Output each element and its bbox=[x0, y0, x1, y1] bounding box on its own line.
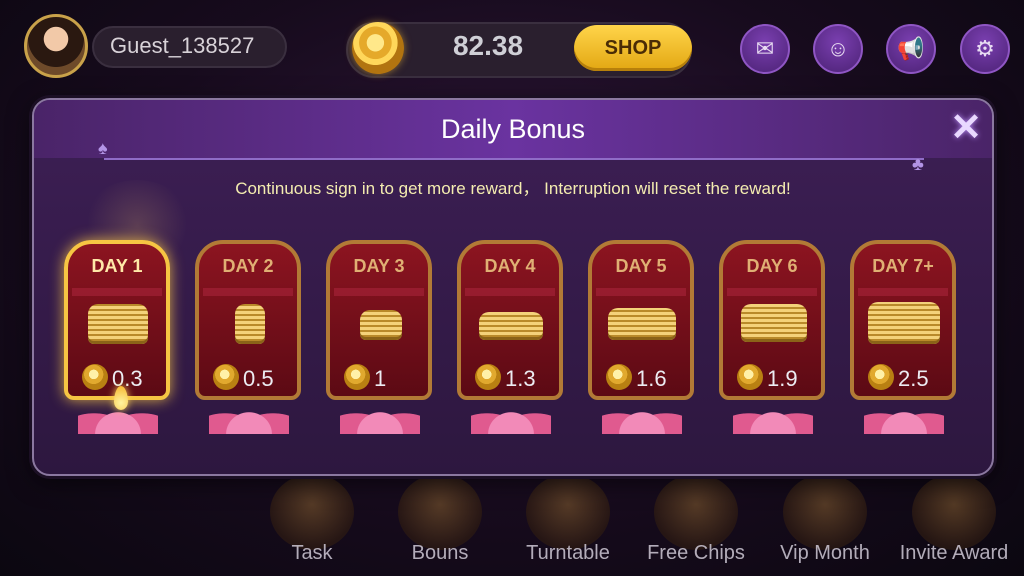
flame-icon bbox=[114, 386, 128, 410]
support-icon: ☺ bbox=[826, 36, 850, 61]
lotus-icon bbox=[209, 396, 289, 434]
card-band bbox=[334, 288, 424, 296]
day-card-5[interactable]: DAY 5 1.6 bbox=[588, 240, 694, 400]
card-band bbox=[596, 288, 686, 296]
bottom-item-label: Bouns bbox=[411, 542, 469, 564]
top-bar: Guest_138527 82.38 SHOP ✉ ☺ 📢 ⚙ bbox=[0, 0, 1024, 96]
shop-button[interactable]: SHOP bbox=[574, 25, 692, 71]
dialog-title: Daily Bonus bbox=[440, 114, 586, 144]
coin-icon bbox=[344, 364, 370, 390]
coin-icon bbox=[475, 364, 501, 390]
megaphone-icon: 📢 bbox=[897, 36, 925, 61]
coin-stack-icon bbox=[88, 304, 148, 344]
balance-value: 82.38 bbox=[452, 30, 524, 61]
coin-icon bbox=[213, 364, 239, 390]
day-card-1[interactable]: DAY 1 0.3 bbox=[64, 240, 170, 400]
bottom-item-turntable[interactable]: Turntable bbox=[508, 468, 628, 576]
day-card-2[interactable]: DAY 2 0.5 bbox=[195, 240, 301, 400]
lotus-icon bbox=[340, 396, 420, 434]
coin-icon bbox=[352, 22, 404, 74]
coin-stack-icon bbox=[608, 308, 676, 340]
reward-amount: 0.5 bbox=[243, 366, 274, 391]
bottom-item-invite-award[interactable]: Invite Award bbox=[894, 468, 1014, 576]
day-label: DAY 6 bbox=[746, 256, 798, 276]
day-card-7[interactable]: DAY 7+ 2.5 bbox=[850, 240, 956, 400]
club-icon: ♣ bbox=[912, 154, 924, 174]
coin-stack-icon bbox=[235, 304, 265, 344]
header-divider bbox=[104, 158, 924, 160]
day-label: DAY 4 bbox=[484, 256, 536, 276]
coin-stack-icon bbox=[479, 312, 543, 340]
lotus-icon bbox=[471, 396, 551, 434]
day-card-3[interactable]: DAY 3 1 bbox=[326, 240, 432, 400]
bottom-item-label: Turntable bbox=[526, 542, 610, 564]
share-coins-icon bbox=[912, 474, 996, 550]
daily-bonus-dialog: Daily Bonus ♠ ♣ ✕ Continuous sign in to … bbox=[32, 98, 994, 476]
card-band bbox=[727, 288, 817, 296]
mail-icon: ✉ bbox=[755, 36, 775, 61]
coin-stack-icon bbox=[741, 304, 807, 342]
task-icon bbox=[270, 474, 354, 550]
avatar[interactable] bbox=[24, 14, 88, 78]
bottom-item-label: Free Chips bbox=[647, 542, 745, 564]
username: Guest_138527 bbox=[110, 33, 255, 58]
lotus-icon bbox=[864, 396, 944, 434]
day-card-4[interactable]: DAY 4 1.3 bbox=[457, 240, 563, 400]
day-label: DAY 5 bbox=[615, 256, 667, 276]
bottom-item-task[interactable]: Task bbox=[252, 468, 372, 576]
video-coins-icon bbox=[654, 474, 738, 550]
day-label: DAY 2 bbox=[222, 256, 274, 276]
settings-button[interactable]: ⚙ bbox=[960, 24, 1010, 74]
coin-icon bbox=[606, 364, 632, 390]
card-band bbox=[858, 288, 948, 296]
bottom-item-label: Vip Month bbox=[780, 542, 870, 564]
spade-icon: ♠ bbox=[98, 138, 108, 158]
mail-button[interactable]: ✉ bbox=[740, 24, 790, 74]
gift-icon bbox=[398, 474, 482, 550]
coin-icon bbox=[82, 364, 108, 390]
day-label: DAY 1 bbox=[91, 256, 143, 276]
lotus-icon bbox=[733, 396, 813, 434]
reward-amount: 2.5 bbox=[898, 366, 929, 391]
card-band bbox=[72, 288, 162, 296]
announcement-button[interactable]: 📢 bbox=[886, 24, 936, 74]
coin-stack-icon bbox=[360, 310, 402, 340]
bottom-item-label: Invite Award bbox=[899, 542, 1009, 564]
day-label: DAY 3 bbox=[353, 256, 405, 276]
support-button[interactable]: ☺ bbox=[813, 24, 863, 74]
lotus-icon bbox=[602, 396, 682, 434]
coin-icon bbox=[737, 364, 763, 390]
coin-stack-icon bbox=[868, 302, 940, 344]
bottom-item-bonus[interactable]: Bouns bbox=[380, 468, 500, 576]
day-label: DAY 7+ bbox=[872, 256, 934, 276]
card-band bbox=[465, 288, 555, 296]
bottom-item-free-chips[interactable]: Free Chips bbox=[636, 468, 756, 576]
day-card-6[interactable]: DAY 6 1.9 bbox=[719, 240, 825, 400]
reward-amount: 1 bbox=[374, 366, 387, 391]
reward-amount: 1.3 bbox=[505, 366, 536, 391]
crown-icon bbox=[783, 474, 867, 550]
reward-amount: 1.6 bbox=[636, 366, 667, 391]
wheel-icon bbox=[526, 474, 610, 550]
card-band bbox=[203, 288, 293, 296]
bottom-item-vip-month[interactable]: Vip Month bbox=[765, 468, 885, 576]
coin-icon bbox=[868, 364, 894, 390]
reward-amount: 1.9 bbox=[767, 366, 798, 391]
close-button[interactable]: ✕ bbox=[948, 109, 984, 148]
bottom-item-label: Task bbox=[291, 542, 333, 564]
gear-icon: ⚙ bbox=[975, 36, 995, 61]
